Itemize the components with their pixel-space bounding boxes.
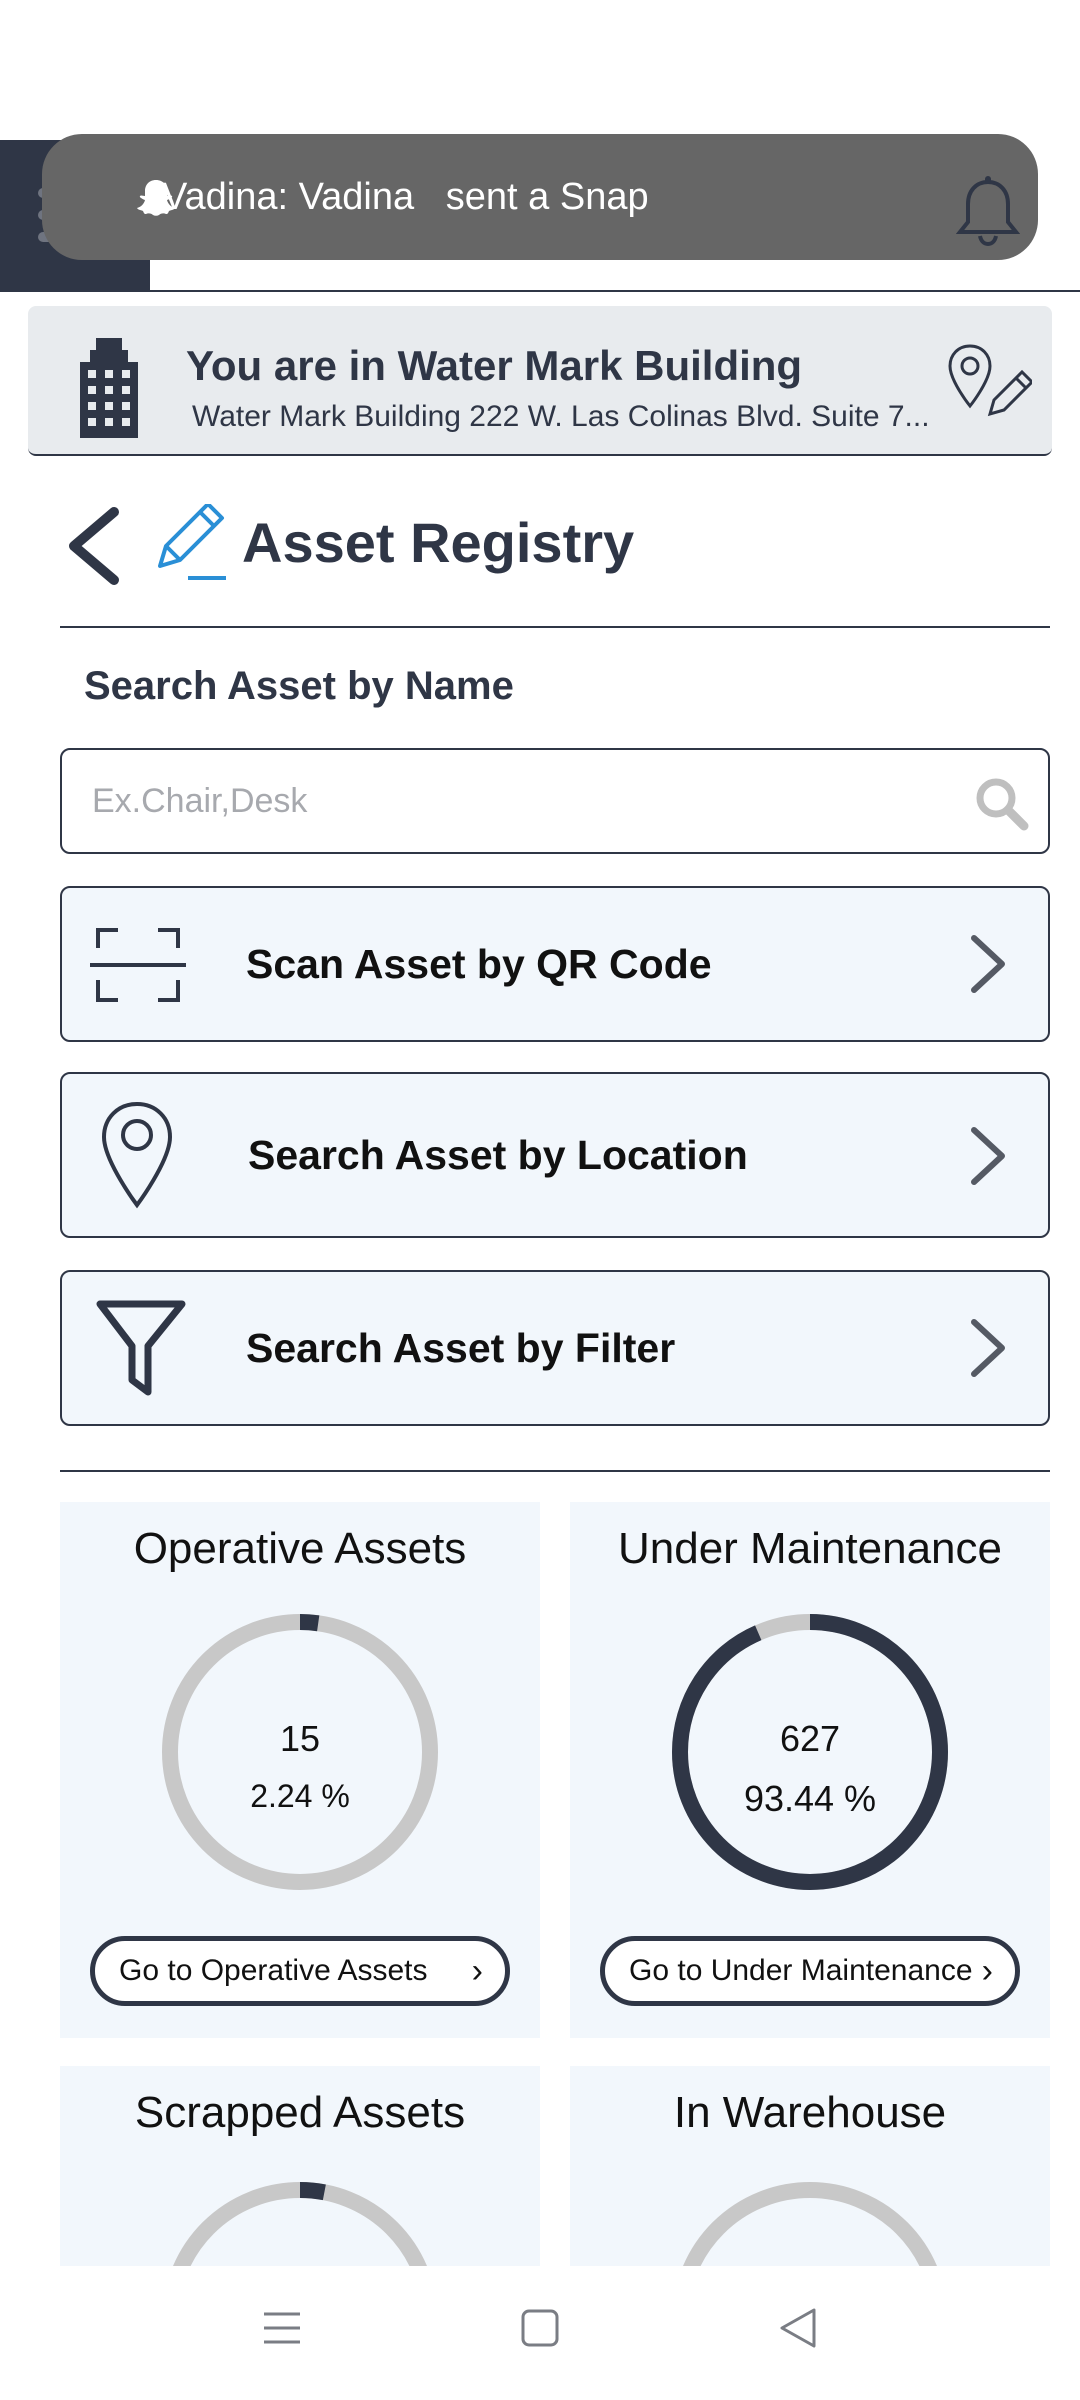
scan-qr-label: Scan Asset by QR Code [246, 941, 712, 987]
stat-percent: 2.24 % [250, 1778, 350, 1814]
building-title: You are in Water Mark Building [186, 342, 803, 389]
divider [60, 626, 1050, 628]
stat-title: Operative Assets [133, 1524, 467, 1573]
search-by-location-button[interactable]: Search Asset by Location [60, 1072, 1050, 1238]
search-by-filter-label: Search Asset by Filter [246, 1325, 676, 1371]
back-arrow-icon[interactable] [62, 506, 122, 586]
search-box[interactable] [60, 748, 1050, 854]
filter-icon [96, 1300, 186, 1396]
search-by-location-label: Search Asset by Location [248, 1132, 748, 1178]
search-icon[interactable] [974, 776, 1030, 832]
qr-scan-icon [90, 928, 186, 1002]
chevron-right-icon [971, 1319, 1005, 1377]
go-button-label: Go to Under Maintenance [629, 1954, 973, 1987]
scrapped-ring-chart [162, 2182, 438, 2266]
current-building-card[interactable]: You are in Water Mark Building Water Mar… [28, 306, 1052, 456]
stat-title: In Warehouse [673, 2088, 947, 2137]
chevron-right-icon: › [981, 1952, 993, 1990]
building-icon [80, 338, 138, 438]
notification-toast[interactable]: Vadina: Vadina sent a Snap [42, 134, 1038, 260]
page-title: Asset Registry [242, 511, 635, 574]
scrapped-assets-card: Scrapped Assets [60, 2066, 540, 2266]
pencil-icon [158, 504, 226, 580]
operative-assets-card: Operative Assets 15 2.24 % Go to Operati… [60, 1502, 540, 2038]
stat-count: 15 [279, 1718, 321, 1759]
search-input[interactable] [90, 750, 970, 852]
stat-count: 627 [779, 1718, 841, 1759]
chevron-right-icon [971, 1127, 1005, 1185]
go-to-maintenance-button[interactable]: Go to Under Maintenance › [600, 1936, 1020, 2006]
under-maintenance-card: Under Maintenance 627 93.44 % Go to Unde… [570, 1502, 1050, 2038]
in-warehouse-card: In Warehouse [570, 2066, 1050, 2266]
chevron-right-icon: › [471, 1952, 483, 1990]
recent-apps-icon[interactable] [262, 2308, 302, 2348]
bell-icon[interactable] [956, 176, 1020, 248]
search-label: Search Asset by Name [84, 664, 514, 708]
stat-title: Under Maintenance [617, 1524, 1002, 1573]
building-address: Water Mark Building 222 W. Las Colinas B… [192, 400, 930, 433]
search-by-filter-button[interactable]: Search Asset by Filter [60, 1270, 1050, 1426]
location-pin-icon [101, 1101, 173, 1209]
stat-title: Scrapped Assets [134, 2088, 466, 2137]
chevron-right-icon [971, 935, 1005, 993]
home-icon[interactable] [520, 2308, 560, 2348]
divider [60, 1470, 1050, 1472]
notification-text: Vadina: Vadina sent a Snap [162, 176, 649, 218]
go-button-label: Go to Operative Assets [119, 1954, 428, 1987]
scan-qr-button[interactable]: Scan Asset by QR Code [60, 886, 1050, 1042]
system-nav-bar [0, 2266, 1080, 2400]
go-to-operative-button[interactable]: Go to Operative Assets › [90, 1936, 510, 2006]
warehouse-ring-chart [683, 2182, 937, 2266]
back-icon[interactable] [778, 2306, 818, 2350]
edit-location-icon[interactable] [946, 342, 1032, 422]
stat-percent: 93.44 % [743, 1778, 877, 1819]
